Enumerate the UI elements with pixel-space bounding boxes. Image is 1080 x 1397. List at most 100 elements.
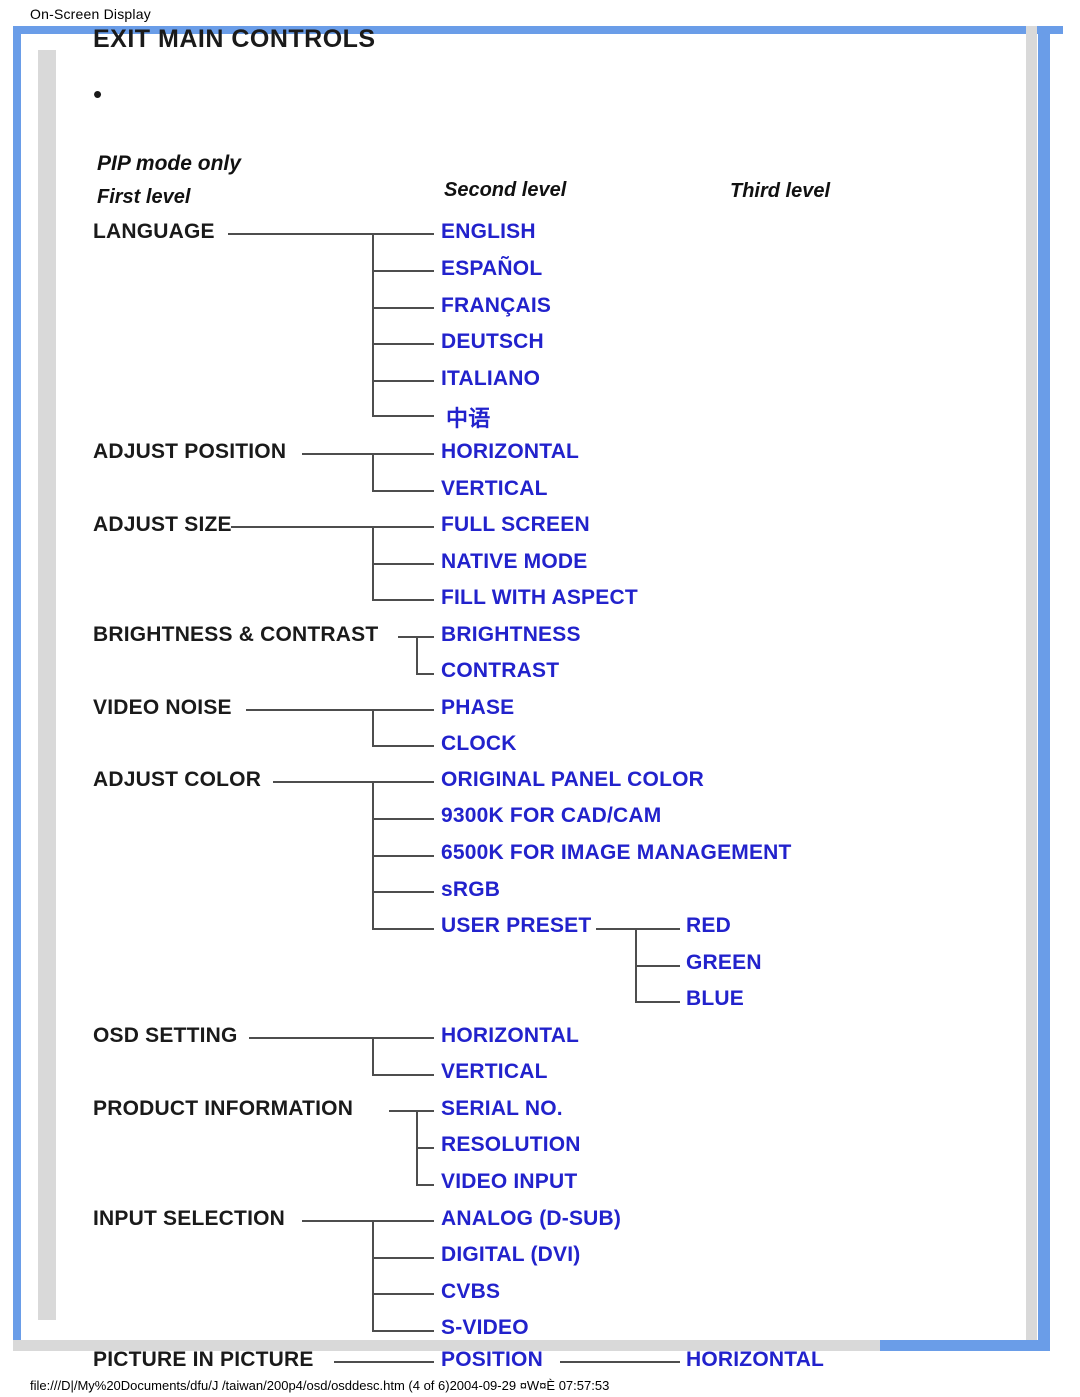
submenu-user-preset[interactable]: USER PRESET bbox=[441, 914, 591, 938]
submenu-s-video[interactable]: S-VIDEO bbox=[441, 1316, 529, 1340]
menu-item-video-noise[interactable]: VIDEO NOISE bbox=[93, 696, 232, 720]
connector-language-francais bbox=[372, 307, 434, 309]
connector-brightness-vertical bbox=[416, 636, 418, 674]
submenu-analog-dsub[interactable]: ANALOG (D-SUB) bbox=[441, 1207, 621, 1231]
connector-adjust-position-trunk bbox=[302, 453, 373, 455]
connector-adjust-color-userpreset bbox=[372, 928, 434, 930]
submenu-resolution[interactable]: RESOLUTION bbox=[441, 1133, 581, 1157]
submenu-9300k-cad-cam[interactable]: 9300K FOR CAD/CAM bbox=[441, 804, 661, 828]
column-header-first: First level bbox=[97, 186, 191, 208]
connector-video-noise-trunk bbox=[246, 709, 373, 711]
submenu-language-italiano[interactable]: ITALIANO bbox=[441, 367, 540, 391]
menu-item-adjust-size[interactable]: ADJUST SIZE bbox=[93, 513, 232, 537]
menu-item-brightness-contrast[interactable]: BRIGHTNESS & CONTRAST bbox=[93, 623, 378, 647]
connector-pip-trunk bbox=[334, 1361, 434, 1363]
submenu-adjust-position-vertical[interactable]: VERTICAL bbox=[441, 477, 548, 501]
connector-user-preset-green bbox=[635, 965, 680, 967]
connector-video-noise-phase bbox=[372, 709, 434, 711]
submenu-adjust-size-fill-with-aspect[interactable]: FILL WITH ASPECT bbox=[441, 586, 638, 610]
connector-language-italiano bbox=[372, 380, 434, 382]
connector-input-selection-vertical bbox=[372, 1220, 374, 1330]
submenu-language-english[interactable]: ENGLISH bbox=[441, 220, 536, 244]
connector-user-preset-blue bbox=[635, 1001, 680, 1003]
submenu-brightness[interactable]: BRIGHTNESS bbox=[441, 623, 581, 647]
connector-input-selection-trunk bbox=[302, 1220, 373, 1222]
menu-item-input-selection[interactable]: INPUT SELECTION bbox=[93, 1207, 285, 1231]
connector-adjust-color-srgb bbox=[372, 891, 434, 893]
osd-menu-tree: EXIT MAIN CONTROLS • PIP mode only First… bbox=[0, 0, 1080, 1397]
connector-adjust-color-9300k bbox=[372, 818, 434, 820]
connector-osd-setting-vertical bbox=[372, 1037, 374, 1075]
submenu-osd-setting-vertical[interactable]: VERTICAL bbox=[441, 1060, 548, 1084]
submenu-serial-no[interactable]: SERIAL NO. bbox=[441, 1097, 563, 1121]
menu-item-product-information[interactable]: PRODUCT INFORMATION bbox=[93, 1097, 353, 1121]
connector-adjust-size-fillaspect bbox=[372, 599, 434, 601]
bullet-marker: • bbox=[93, 79, 103, 109]
submenu-language-francais[interactable]: FRANÇAIS bbox=[441, 294, 551, 318]
menu-item-language[interactable]: LANGUAGE bbox=[93, 220, 215, 244]
connector-language-deutsch bbox=[372, 343, 434, 345]
submenu-cvbs[interactable]: CVBS bbox=[441, 1280, 500, 1304]
connector-language-trunk bbox=[228, 233, 373, 235]
submenu-contrast[interactable]: CONTRAST bbox=[441, 659, 559, 683]
menu-item-adjust-position[interactable]: ADJUST POSITION bbox=[93, 440, 286, 464]
submenu-srgb[interactable]: sRGB bbox=[441, 878, 500, 902]
submenu-adjust-size-full-screen[interactable]: FULL SCREEN bbox=[441, 513, 590, 537]
connector-input-analog bbox=[372, 1220, 434, 1222]
submenu-digital-dvi[interactable]: DIGITAL (DVI) bbox=[441, 1243, 580, 1267]
connector-input-svideo bbox=[372, 1330, 434, 1332]
connector-pip-position-trunk bbox=[560, 1361, 680, 1363]
connector-adjust-position-vertical-item bbox=[372, 490, 434, 492]
submenu-pip-horizontal[interactable]: HORIZONTAL bbox=[686, 1348, 824, 1372]
pip-mode-note: PIP mode only bbox=[97, 152, 241, 175]
connector-brightness-item bbox=[416, 636, 434, 638]
connector-adjust-position-horizontal bbox=[372, 453, 434, 455]
submenu-user-preset-green[interactable]: GREEN bbox=[686, 951, 762, 975]
connector-osd-setting-horizontal bbox=[372, 1037, 434, 1039]
menu-item-picture-in-picture[interactable]: PICTURE IN PICTURE bbox=[93, 1348, 314, 1372]
connector-product-info-resolution bbox=[416, 1147, 434, 1149]
connector-adjust-position-vertical bbox=[372, 453, 374, 491]
connector-osd-setting-vertical-item bbox=[372, 1074, 434, 1076]
submenu-adjust-position-horizontal[interactable]: HORIZONTAL bbox=[441, 440, 579, 464]
connector-osd-setting-trunk bbox=[249, 1037, 373, 1039]
submenu-clock[interactable]: CLOCK bbox=[441, 732, 517, 756]
connector-input-cvbs bbox=[372, 1293, 434, 1295]
submenu-video-input[interactable]: VIDEO INPUT bbox=[441, 1170, 577, 1194]
connector-input-digital bbox=[372, 1257, 434, 1259]
connector-product-info-serial bbox=[416, 1110, 434, 1112]
connector-language-vertical bbox=[372, 233, 374, 415]
connector-product-info-videoinput bbox=[416, 1184, 434, 1186]
submenu-language-deutsch[interactable]: DEUTSCH bbox=[441, 330, 544, 354]
connector-adjust-color-trunk bbox=[273, 781, 373, 783]
connector-user-preset-trunk bbox=[596, 928, 636, 930]
submenu-user-preset-blue[interactable]: BLUE bbox=[686, 987, 744, 1011]
connector-contrast-item bbox=[416, 673, 434, 675]
submenu-6500k-image-mgmt[interactable]: 6500K FOR IMAGE MANAGEMENT bbox=[441, 841, 792, 865]
connector-adjust-color-original bbox=[372, 781, 434, 783]
column-header-second: Second level bbox=[444, 179, 567, 201]
exit-main-controls-title: EXIT MAIN CONTROLS bbox=[93, 25, 376, 53]
submenu-adjust-size-native-mode[interactable]: NATIVE MODE bbox=[441, 550, 587, 574]
connector-product-info-trunk bbox=[389, 1110, 417, 1112]
connector-adjust-size-trunk bbox=[231, 526, 373, 528]
connector-brightness-trunk bbox=[398, 636, 418, 638]
connector-adjust-size-fullscreen bbox=[372, 526, 434, 528]
connector-video-noise-clock bbox=[372, 745, 434, 747]
submenu-original-panel-color[interactable]: ORIGINAL PANEL COLOR bbox=[441, 768, 704, 792]
connector-language-espanol bbox=[372, 270, 434, 272]
menu-item-adjust-color[interactable]: ADJUST COLOR bbox=[93, 768, 261, 792]
submenu-osd-setting-horizontal[interactable]: HORIZONTAL bbox=[441, 1024, 579, 1048]
connector-language-chinese bbox=[372, 415, 434, 417]
submenu-pip-position[interactable]: POSITION bbox=[441, 1348, 543, 1372]
connector-language-english bbox=[372, 233, 434, 235]
submenu-language-chinese[interactable]: 中语 bbox=[446, 401, 490, 433]
submenu-user-preset-red[interactable]: RED bbox=[686, 914, 731, 938]
submenu-phase[interactable]: PHASE bbox=[441, 696, 514, 720]
connector-video-noise-vertical bbox=[372, 709, 374, 747]
submenu-language-espanol[interactable]: ESPAÑOL bbox=[441, 257, 542, 281]
column-header-third: Third level bbox=[730, 180, 831, 202]
connector-user-preset-red bbox=[635, 928, 680, 930]
connector-adjust-size-nativemode bbox=[372, 563, 434, 565]
menu-item-osd-setting[interactable]: OSD SETTING bbox=[93, 1024, 238, 1048]
